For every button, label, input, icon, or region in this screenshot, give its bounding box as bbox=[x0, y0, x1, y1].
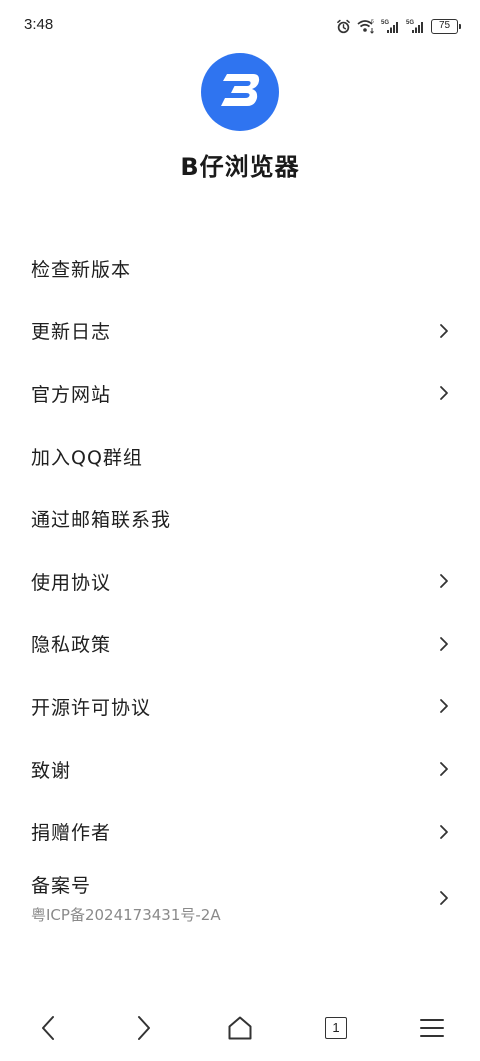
menu-item-donate[interactable]: 捐赠作者 bbox=[0, 800, 480, 863]
menu-item-label: 更新日志 bbox=[31, 321, 112, 344]
about-page: 3:48 6 5G 5G 75 B仔浏览器 检查新版本 更新日志 官方网站 加入… bbox=[0, 0, 480, 1061]
icp-number: 粤ICP备2024173431号-2A bbox=[31, 905, 221, 924]
home-icon bbox=[228, 1016, 252, 1040]
chevron-right-icon bbox=[440, 824, 448, 839]
status-time: 3:48 bbox=[24, 16, 54, 33]
back-icon bbox=[42, 1016, 54, 1040]
menu-item-label: 开源许可协议 bbox=[31, 696, 152, 719]
svg-text:6: 6 bbox=[371, 19, 374, 25]
menu-item-qq-group[interactable]: 加入QQ群组 bbox=[0, 425, 480, 488]
wifi-icon: 6 bbox=[356, 18, 376, 34]
menu-item-icp[interactable]: 备案号 粤ICP备2024173431号-2A bbox=[0, 863, 480, 933]
signal-5g-icon: 5G bbox=[381, 18, 401, 34]
menu-icon bbox=[420, 1019, 444, 1037]
chevron-right-icon bbox=[440, 323, 448, 338]
menu-item-label: 捐赠作者 bbox=[31, 822, 112, 845]
tabs-button[interactable]: 1 bbox=[312, 1000, 360, 1056]
chevron-right-icon bbox=[440, 699, 448, 714]
forward-icon bbox=[138, 1016, 150, 1040]
svg-text:5G: 5G bbox=[381, 20, 389, 26]
chevron-right-icon bbox=[440, 891, 448, 905]
chevron-right-icon bbox=[440, 762, 448, 776]
menu-item-label: 致谢 bbox=[31, 759, 72, 782]
menu-item-label: 官方网站 bbox=[31, 383, 112, 406]
chevron-right-icon bbox=[440, 574, 448, 589]
back-button[interactable] bbox=[24, 1000, 72, 1056]
menu-item-terms[interactable]: 使用协议 bbox=[0, 550, 480, 613]
bottom-nav-bar: 1 bbox=[0, 1000, 480, 1056]
menu-item-thanks[interactable]: 致谢 bbox=[0, 738, 480, 801]
menu-item-label: 隐私政策 bbox=[31, 634, 112, 657]
signal-5g-icon: 5G bbox=[406, 18, 426, 34]
status-bar: 3:48 6 5G 5G 75 bbox=[0, 0, 480, 52]
b-logo-icon bbox=[217, 70, 263, 114]
battery-indicator: 75 bbox=[431, 18, 461, 34]
menu-item-check-update[interactable]: 检查新版本 bbox=[0, 237, 480, 300]
menu-item-changelog[interactable]: 更新日志 bbox=[0, 300, 480, 363]
status-icons: 6 5G 5G 75 bbox=[336, 17, 461, 35]
home-button[interactable] bbox=[216, 1000, 264, 1056]
menu-item-label: 检查新版本 bbox=[31, 258, 132, 281]
menu-item-label: 通过邮箱联系我 bbox=[31, 509, 172, 532]
about-menu: 检查新版本 更新日志 官方网站 加入QQ群组 通过邮箱联系我 使用协议 隐私政策… bbox=[0, 237, 480, 933]
menu-item-email[interactable]: 通过邮箱联系我 bbox=[0, 487, 480, 550]
tab-count-badge: 1 bbox=[325, 1017, 347, 1039]
menu-item-licenses[interactable]: 开源许可协议 bbox=[0, 675, 480, 738]
svg-text:5G: 5G bbox=[406, 20, 414, 26]
menu-item-label: 使用协议 bbox=[31, 571, 112, 594]
menu-item-privacy[interactable]: 隐私政策 bbox=[0, 613, 480, 676]
menu-item-label: 加入QQ群组 bbox=[31, 446, 143, 469]
forward-button[interactable] bbox=[120, 1000, 168, 1056]
menu-item-website[interactable]: 官方网站 bbox=[0, 362, 480, 425]
menu-item-label: 备案号 bbox=[31, 874, 92, 897]
alarm-icon bbox=[336, 19, 351, 34]
chevron-right-icon bbox=[440, 636, 448, 651]
chevron-right-icon bbox=[440, 386, 448, 401]
menu-button[interactable] bbox=[408, 1000, 456, 1056]
app-logo bbox=[201, 53, 279, 131]
app-name: B仔浏览器 bbox=[180, 153, 300, 181]
